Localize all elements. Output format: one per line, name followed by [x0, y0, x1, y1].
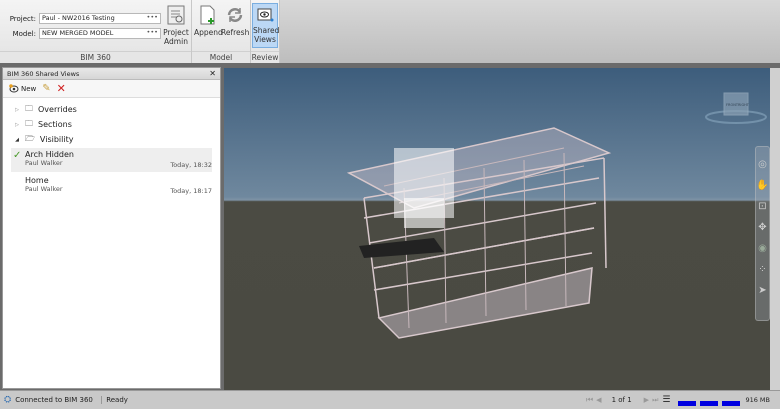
folder-label: Sections [38, 120, 72, 129]
append-button[interactable]: Append [194, 4, 223, 37]
viewcube-front-label: FRONT [726, 103, 739, 107]
group-label-model: Model [192, 51, 250, 63]
group-model: Append Refresh Model [192, 0, 251, 63]
refresh-label: Refresh [221, 28, 250, 37]
folder-icon: 🗀 [25, 103, 33, 113]
group-bim360: Project: Paul - NW2016 Testing ••• Model:… [0, 0, 192, 63]
model-label: Model: [12, 29, 36, 38]
ribbon-background [280, 0, 780, 63]
expand-icon[interactable]: ▷ [12, 107, 22, 113]
pan-hand-icon[interactable]: ✋ [756, 180, 768, 191]
ready-status: Ready [101, 396, 128, 404]
check-icon: ✓ [13, 150, 22, 161]
panel-toolbar: New ✎ ✕ [3, 80, 220, 98]
panel-title-bar: BIM 360 Shared Views ✕ [3, 68, 220, 80]
project-field[interactable]: Paul - NW2016 Testing ••• [39, 13, 161, 24]
new-view-button[interactable]: New [9, 84, 36, 93]
folder-sections[interactable]: ▷ 🗀 Sections [3, 117, 220, 132]
view-item-home[interactable]: Home Paul Walker Today, 18:17 [11, 174, 212, 198]
model-browse-button[interactable]: ••• [146, 28, 158, 37]
viewcube[interactable]: FRONT RIGHT [705, 92, 767, 124]
model-field[interactable]: NEW MERGED MODEL ••• [39, 28, 161, 39]
project-row: Project: Paul - NW2016 Testing ••• [4, 13, 161, 24]
project-label: Project: [9, 14, 36, 23]
first-page-icon[interactable]: ⏮ [586, 395, 593, 405]
group-review: Shared Views Review [251, 0, 280, 63]
close-icon[interactable]: ✕ [209, 68, 216, 80]
select-icon[interactable]: ➤ [758, 285, 766, 296]
new-view-icon [9, 84, 19, 93]
disk-progress [700, 400, 719, 406]
bim360-connection-icon: ⛭ [4, 395, 12, 405]
walk-icon[interactable]: ⁘ [758, 264, 766, 275]
zoom-icon[interactable]: ⊡ [758, 201, 766, 212]
shared-views-label: Shared Views [253, 26, 280, 44]
group-label-bim360: BIM 360 [0, 51, 191, 63]
project-admin-button[interactable]: Project Admin [162, 4, 190, 46]
sheet-browser-icon[interactable]: ☰ [662, 395, 670, 405]
view-name: Arch Hidden [25, 150, 74, 159]
navigation-bar: ◎ ✋ ⊡ ✥ ◉ ⁘ ➤ [755, 146, 770, 321]
folder-label: Overrides [38, 105, 77, 114]
shared-views-icon [257, 8, 274, 22]
viewport-scrollbar[interactable] [770, 68, 780, 390]
status-bar: ⛭ Connected to BIM 360 Ready ⏮ ◀ 1 of 1 … [0, 390, 780, 409]
previous-page-icon[interactable]: ◀ [596, 396, 601, 404]
shared-views-panel: BIM 360 Shared Views ✕ New ✎ ✕ ▷ 🗀 Override… [2, 67, 221, 389]
page-indicator: 1 of 1 [611, 396, 632, 404]
group-label-review: Review [251, 51, 279, 63]
next-page-icon[interactable]: ▶ [644, 396, 649, 404]
view-time: Today, 18:32 [170, 161, 212, 169]
refresh-button[interactable]: Refresh [221, 4, 249, 37]
model-value: NEW MERGED MODEL [42, 29, 114, 37]
view-name: Home [25, 176, 49, 185]
view-item-arch-hidden[interactable]: ✓ Arch Hidden Paul Walker Today, 18:32 [11, 148, 212, 172]
folder-visibility[interactable]: ◢ 🗁 Visibility [3, 132, 220, 147]
project-browse-button[interactable]: ••• [146, 13, 158, 22]
edit-icon[interactable]: ✎ [42, 83, 50, 94]
append-label: Append [194, 28, 223, 37]
folder-open-icon: 🗁 [25, 133, 35, 143]
panel-title: BIM 360 Shared Views [7, 70, 80, 78]
collapse-icon[interactable]: ◢ [12, 137, 22, 143]
project-value: Paul - NW2016 Testing [42, 14, 115, 22]
connection-status: Connected to BIM 360 [15, 396, 93, 404]
web-server-progress [722, 400, 741, 406]
look-icon[interactable]: ◉ [758, 243, 767, 254]
delete-icon[interactable]: ✕ [57, 82, 66, 95]
3d-viewport[interactable]: FRONT RIGHT ◎ ✋ ⊡ ✥ ◉ ⁘ ➤ [224, 68, 770, 390]
pencil-progress [678, 400, 697, 406]
folder-icon: 🗀 [25, 118, 33, 128]
folder-label: Visibility [39, 135, 74, 144]
viewcube-right-label: RIGHT [738, 103, 750, 107]
project-admin-label: Project Admin [163, 28, 189, 46]
folder-overrides[interactable]: ▷ 🗀 Overrides [3, 102, 220, 117]
steering-wheel-icon[interactable]: ◎ [758, 159, 767, 170]
memory-usage: 916 MB [745, 396, 770, 404]
refresh-icon [227, 8, 243, 22]
append-icon [200, 5, 215, 25]
new-label: New [21, 84, 37, 93]
ribbon: Project: Paul - NW2016 Testing ••• Model:… [0, 0, 780, 63]
orbit-icon[interactable]: ✥ [758, 222, 766, 233]
expand-icon[interactable]: ▷ [12, 122, 22, 128]
project-admin-icon [167, 5, 185, 25]
view-time: Today, 18:17 [170, 187, 212, 195]
model-row: Model: NEW MERGED MODEL ••• [4, 28, 161, 39]
building-model: FRONT RIGHT [346, 92, 767, 339]
shared-views-button[interactable]: Shared Views [252, 3, 280, 48]
last-page-icon[interactable]: ⏭ [652, 396, 658, 405]
